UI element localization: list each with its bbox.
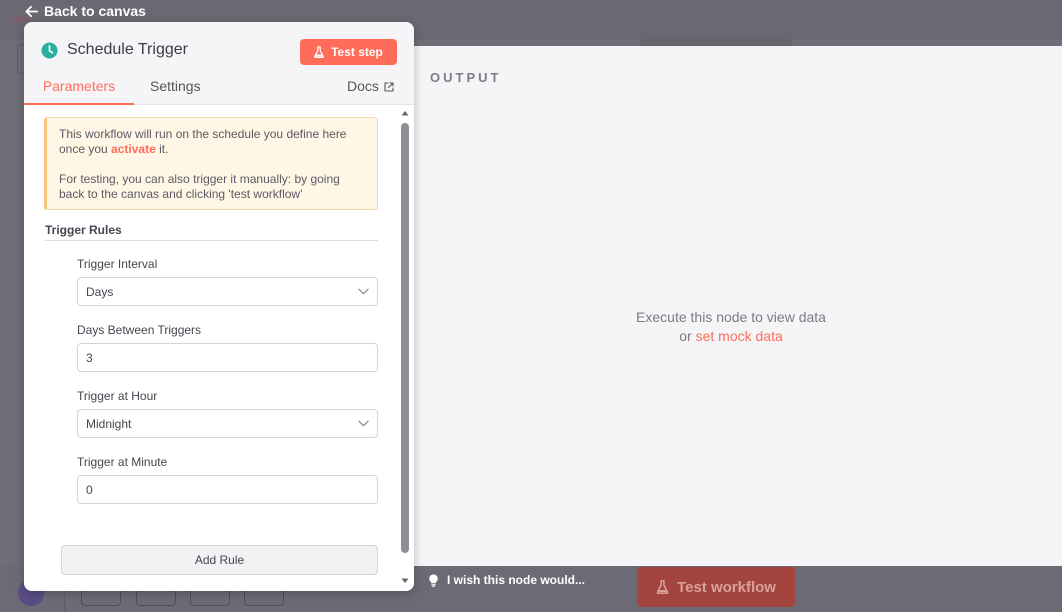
- trigger-interval-value: Days: [86, 284, 114, 299]
- days-between-triggers-label: Days Between Triggers: [77, 323, 202, 337]
- panel-header: Schedule Trigger Test step Parameters Se…: [24, 22, 414, 105]
- lightbulb-icon: [429, 573, 438, 587]
- trigger-interval-label: Trigger Interval: [77, 257, 158, 271]
- days-between-triggers-value: 3: [86, 350, 93, 365]
- test-step-button[interactable]: Test step: [300, 39, 397, 65]
- back-to-canvas-label: Back to canvas: [44, 3, 146, 19]
- trigger-rules-heading: Trigger Rules: [45, 223, 378, 241]
- docs-link[interactable]: Docs: [347, 78, 394, 105]
- trigger-at-hour-select[interactable]: Midnight: [77, 409, 378, 438]
- feedback-label: I wish this node would...: [447, 573, 585, 587]
- notice-line-2: For testing, you can also trigger it man…: [59, 172, 340, 201]
- feedback-link[interactable]: I wish this node would...: [428, 573, 585, 587]
- flask-icon: [656, 580, 669, 594]
- set-mock-data-link[interactable]: set mock data: [696, 328, 783, 344]
- panel-body: This workflow will run on the schedule y…: [24, 105, 414, 591]
- docs-label: Docs: [347, 78, 379, 94]
- add-rule-button[interactable]: Add Rule: [61, 545, 378, 575]
- trigger-at-hour-label: Trigger at Hour: [77, 389, 158, 403]
- test-step-label: Test step: [331, 45, 383, 59]
- node-parameters-panel: Schedule Trigger Test step Parameters Se…: [24, 22, 414, 591]
- output-empty-state: Execute this node to view data or set mo…: [400, 308, 1062, 346]
- days-between-triggers-input[interactable]: 3: [77, 343, 378, 372]
- output-empty-or: or: [679, 328, 696, 344]
- test-workflow-label: Test workflow: [677, 578, 776, 596]
- scroll-up-arrow-icon[interactable]: [401, 109, 409, 117]
- trigger-at-minute-label: Trigger at Minute: [77, 455, 168, 469]
- arrow-left-icon: [25, 5, 38, 17]
- test-workflow-button[interactable]: Test workflow: [637, 567, 795, 607]
- node-title-group: Schedule Trigger: [41, 41, 188, 59]
- panel-tabs: Parameters Settings Docs: [24, 78, 414, 105]
- chevron-down-icon: [358, 420, 369, 427]
- trigger-interval-select[interactable]: Days: [77, 277, 378, 306]
- node-title[interactable]: Schedule Trigger: [67, 41, 188, 59]
- tab-parameters[interactable]: Parameters: [24, 78, 134, 105]
- activation-notice: This workflow will run on the schedule y…: [44, 117, 378, 210]
- activate-link[interactable]: activate: [111, 142, 156, 156]
- tab-settings[interactable]: Settings: [150, 78, 201, 105]
- output-title: OUTPUT: [430, 70, 502, 85]
- clock-icon: [41, 41, 58, 59]
- scrollbar-thumb[interactable]: [401, 123, 409, 553]
- notice-line-1: This workflow will run on the schedule y…: [59, 127, 347, 156]
- output-panel: OUTPUT Execute this node to view data or…: [400, 46, 1062, 566]
- scroll-down-arrow-icon[interactable]: [401, 577, 409, 585]
- trigger-at-minute-input[interactable]: 0: [77, 475, 378, 504]
- trigger-at-hour-value: Midnight: [86, 416, 132, 431]
- external-link-icon: [384, 82, 394, 92]
- output-footer: I wish this node would... Test workflow: [400, 566, 1062, 612]
- flask-icon: [314, 46, 324, 58]
- back-to-canvas-link[interactable]: Back to canvas: [25, 2, 146, 20]
- trigger-at-minute-value: 0: [86, 482, 93, 497]
- chevron-down-icon: [358, 288, 369, 295]
- output-empty-message: Execute this node to view data: [636, 309, 826, 325]
